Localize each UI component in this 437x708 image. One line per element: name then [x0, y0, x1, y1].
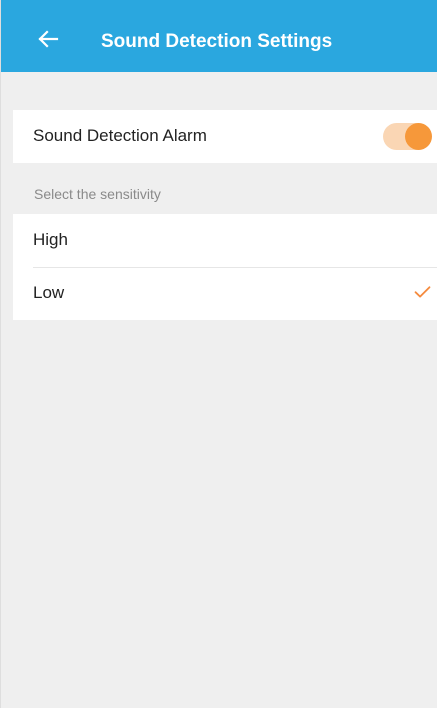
toggle-knob [405, 123, 432, 150]
back-button[interactable] [28, 18, 70, 60]
sensitivity-option-label: Low [33, 283, 65, 302]
sensitivity-options-list: High Low [13, 214, 437, 320]
arrow-left-icon [38, 30, 59, 48]
sound-detection-alarm-toggle[interactable] [383, 123, 432, 150]
sensitivity-section-label: Select the sensitivity [34, 186, 161, 202]
sensitivity-option-high[interactable]: High [13, 214, 437, 267]
page-title: Sound Detection Settings [101, 31, 333, 52]
sound-detection-alarm-label: Sound Detection Alarm [33, 126, 207, 145]
app-bar: Sound Detection Settings [1, 0, 437, 72]
sensitivity-option-low[interactable]: Low [13, 267, 437, 320]
checkmark-icon [414, 286, 431, 298]
sensitivity-option-label: High [33, 230, 68, 249]
sound-detection-alarm-row: Sound Detection Alarm [13, 110, 437, 163]
settings-screen: Sound Detection Settings Sound Detection… [0, 0, 437, 708]
